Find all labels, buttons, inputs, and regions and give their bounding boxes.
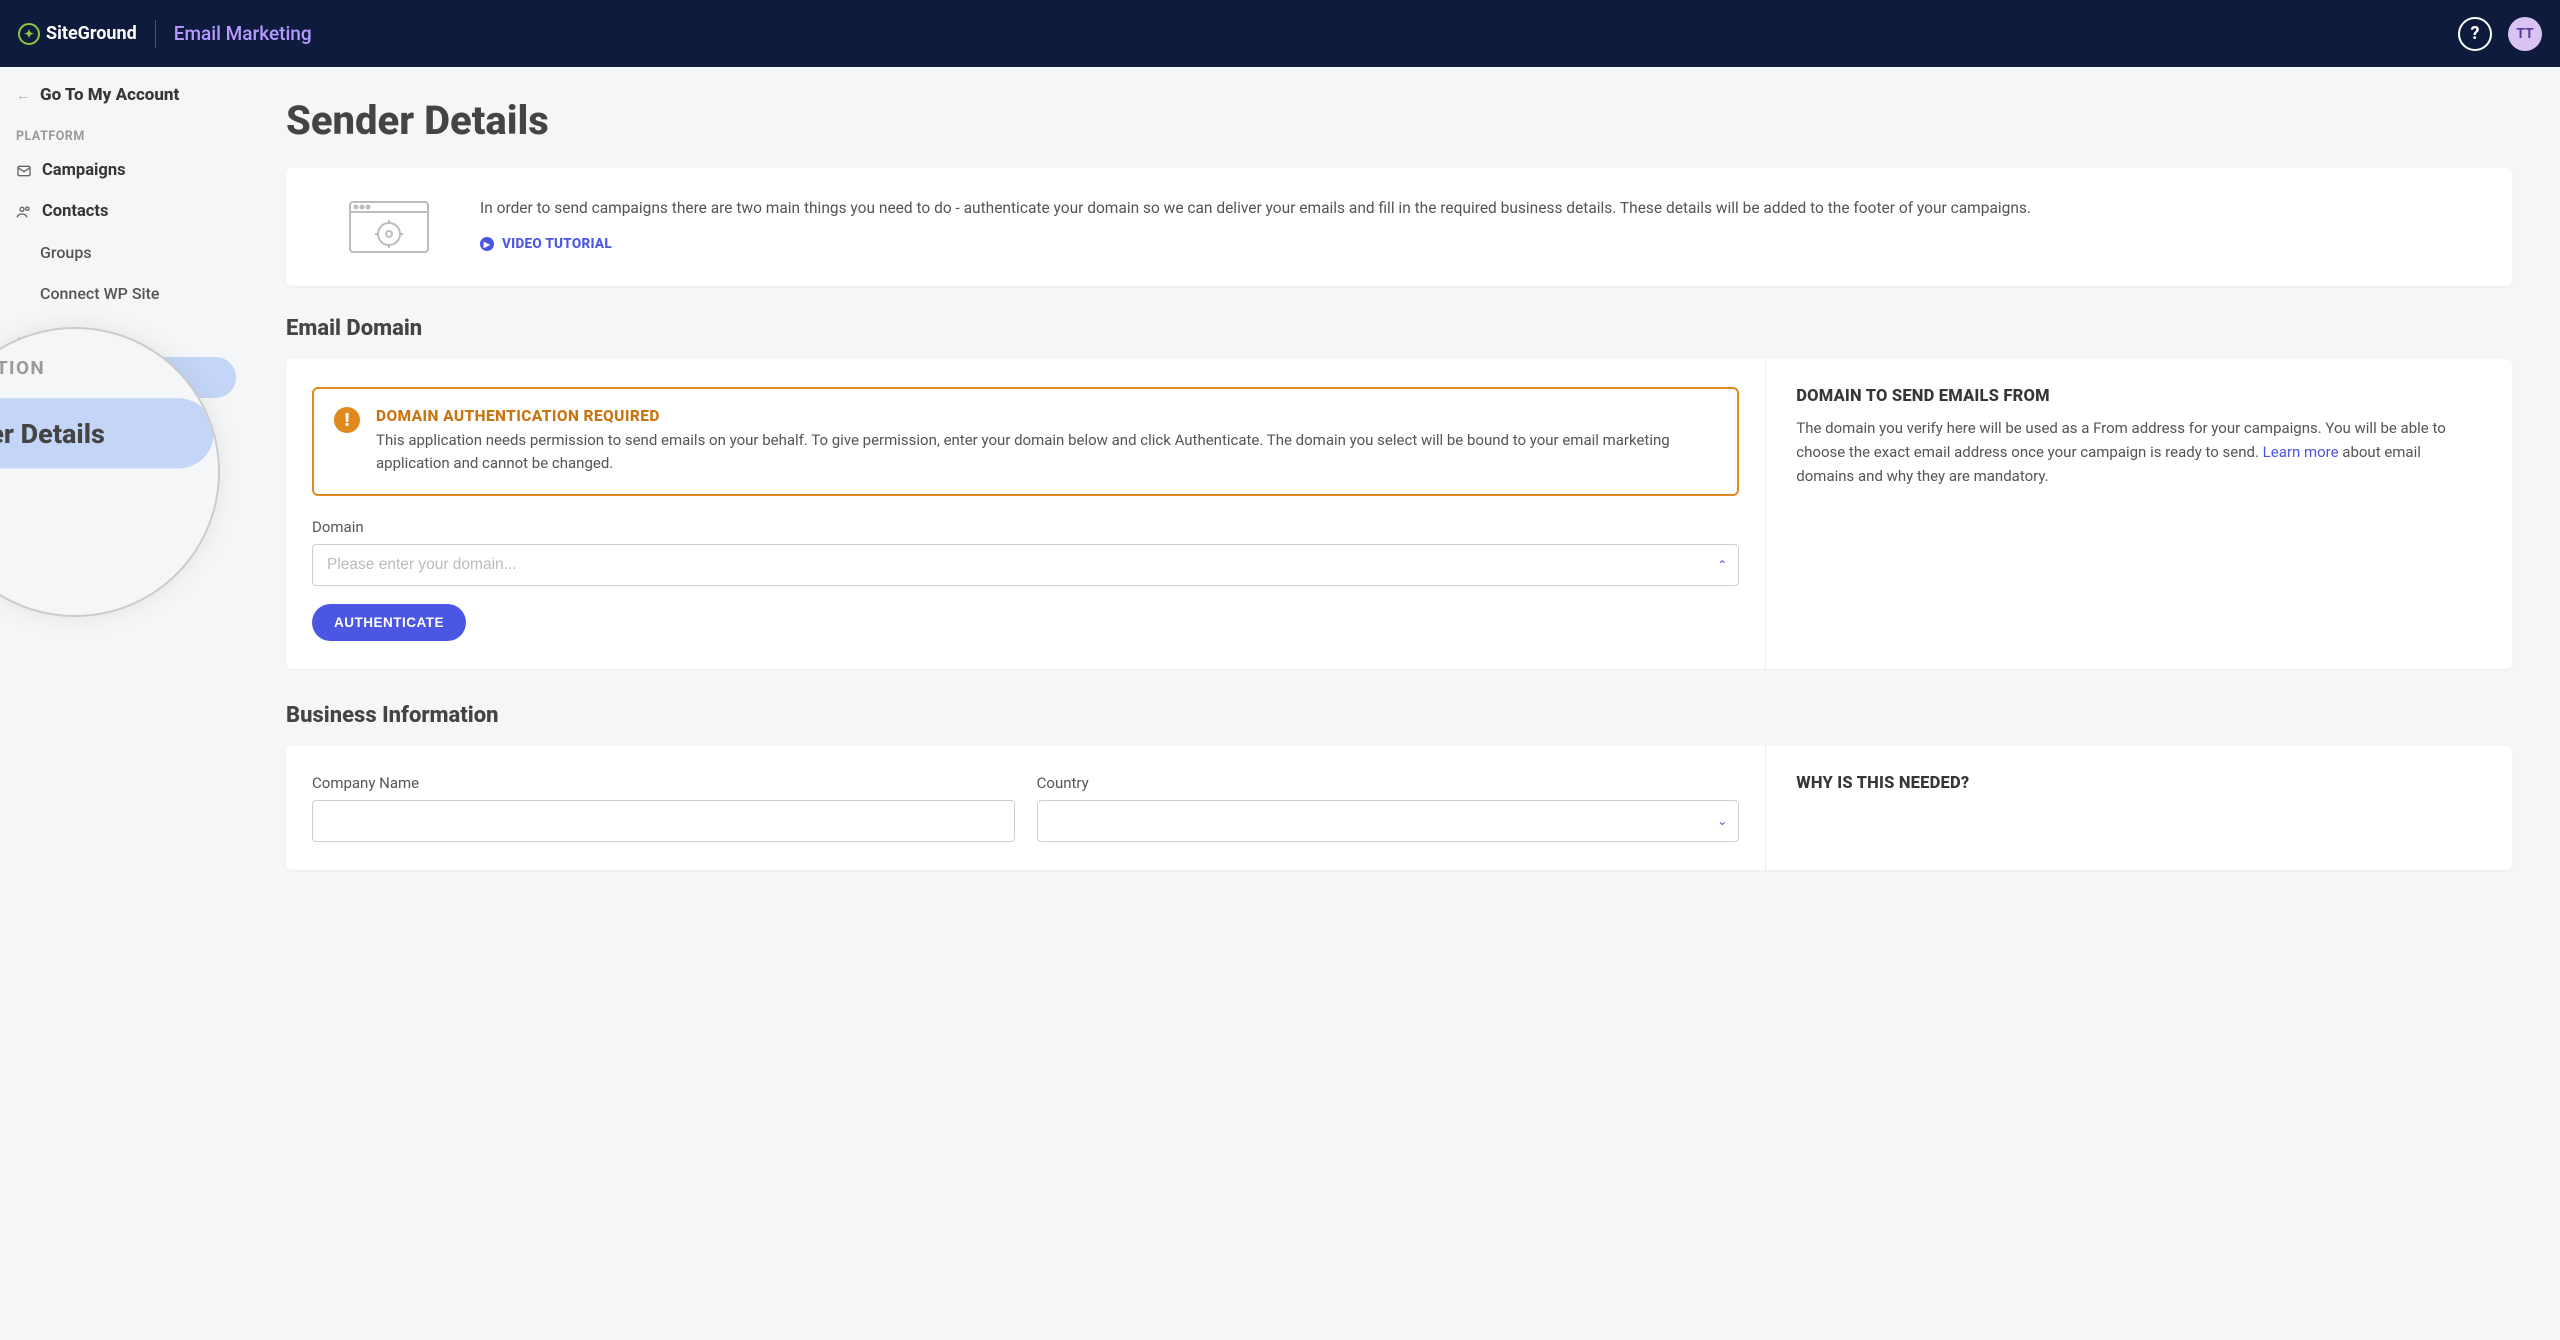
exclamation-icon: ! [334, 407, 360, 433]
magnifier-active-item: Sender Details [0, 398, 214, 468]
business-info-aside: WHY IS THIS NEEDED? [1766, 746, 2512, 870]
topbar-left: ✦ SiteGround Email Marketing [18, 20, 312, 48]
email-domain-card: ! DOMAIN AUTHENTICATION REQUIRED This ap… [286, 359, 2512, 669]
sidebar-item-contacts[interactable]: Contacts [0, 191, 250, 232]
alert-title: DOMAIN AUTHENTICATION REQUIRED [376, 407, 1717, 425]
main-content: Sender Details In order to send campaign… [250, 67, 2560, 1340]
authenticate-button[interactable]: AUTHENTICATE [312, 604, 466, 641]
business-info-form: Company Name Country ⌄ [286, 746, 1766, 870]
sidebar-item-label: Contacts [42, 202, 108, 221]
business-info-card: Company Name Country ⌄ WHY IS THIS NEEDE… [286, 746, 2512, 870]
sidebar-item-campaigns[interactable]: Campaigns [0, 150, 250, 191]
top-bar: ✦ SiteGround Email Marketing ? TT [0, 0, 2560, 67]
help-icon: ? [2471, 23, 2480, 44]
gear-icon [16, 370, 32, 386]
vertical-divider [155, 20, 156, 48]
video-tutorial-label: VIDEO TUTORIAL [502, 236, 612, 252]
user-avatar[interactable]: TT [2508, 17, 2542, 51]
sidebar-item-label: Campaigns [42, 161, 126, 180]
domain-field-label: Domain [312, 518, 1739, 536]
sidebar-subitem-connect-wp[interactable]: Connect WP Site [0, 273, 250, 314]
help-button[interactable]: ? [2458, 17, 2492, 51]
country-select[interactable] [1037, 800, 1740, 842]
brand-name: SiteGround [46, 23, 137, 44]
sidebar-subitem-groups[interactable]: Groups [0, 232, 250, 273]
sidebar-section-configuration: CONFIGURATION [0, 324, 250, 357]
sidebar: ← Go To My Account PLATFORM Campaigns Co… [0, 67, 250, 1340]
brand-logo[interactable]: ✦ SiteGround [18, 23, 137, 45]
chevron-up-icon[interactable]: ⌃ [1717, 558, 1727, 572]
avatar-initials: TT [2516, 26, 2533, 42]
sidebar-item-label: Sender Details [42, 368, 150, 387]
business-info-heading: Business Information [286, 703, 2512, 728]
page-title: Sender Details [286, 97, 2512, 144]
country-label: Country [1037, 774, 1740, 792]
sidebar-item-label: Connect WP Site [40, 284, 160, 303]
sidebar-section-platform: PLATFORM [0, 117, 250, 150]
intro-illustration-icon [344, 198, 434, 258]
domain-auth-alert: ! DOMAIN AUTHENTICATION REQUIRED This ap… [312, 387, 1739, 496]
business-aside-title: WHY IS THIS NEEDED? [1796, 774, 2482, 793]
product-name[interactable]: Email Marketing [174, 22, 312, 45]
aside-title: DOMAIN TO SEND EMAILS FROM [1796, 387, 2482, 406]
sidebar-item-label: Groups [40, 243, 92, 262]
video-tutorial-link[interactable]: ▶ VIDEO TUTORIAL [480, 236, 612, 252]
topbar-right: ? TT [2458, 17, 2542, 51]
company-name-label: Company Name [312, 774, 1015, 792]
email-domain-aside: DOMAIN TO SEND EMAILS FROM The domain yo… [1766, 359, 2512, 669]
envelope-icon [16, 163, 32, 179]
learn-more-link[interactable]: Learn more [2263, 443, 2339, 461]
people-icon [16, 204, 32, 220]
share-feedback-link[interactable]: Share your feedback [16, 537, 170, 557]
arrow-left-icon: ← [16, 87, 30, 104]
intro-text: In order to send campaigns there are two… [480, 196, 2031, 220]
sidebar-item-sender-details[interactable]: Sender Details [0, 357, 236, 398]
back-link-label: Go To My Account [40, 85, 179, 105]
feedback-label: Share your feedback [16, 537, 170, 557]
domain-combobox: ⌃ [312, 544, 1739, 586]
email-domain-form: ! DOMAIN AUTHENTICATION REQUIRED This ap… [286, 359, 1766, 669]
email-domain-heading: Email Domain [286, 316, 2512, 341]
magnifier-item-label: Sender Details [0, 417, 105, 449]
play-icon: ▶ [480, 237, 494, 251]
back-to-account-link[interactable]: ← Go To My Account [0, 67, 250, 117]
aside-body: The domain you verify here will be used … [1796, 416, 2482, 488]
intro-body: In order to send campaigns there are two… [480, 196, 2031, 252]
brand-logo-mark-icon: ✦ [18, 23, 40, 45]
alert-body: This application needs permission to sen… [376, 429, 1717, 476]
intro-card: In order to send campaigns there are two… [286, 168, 2512, 286]
domain-input[interactable] [312, 544, 1739, 586]
company-name-input[interactable] [312, 800, 1015, 842]
